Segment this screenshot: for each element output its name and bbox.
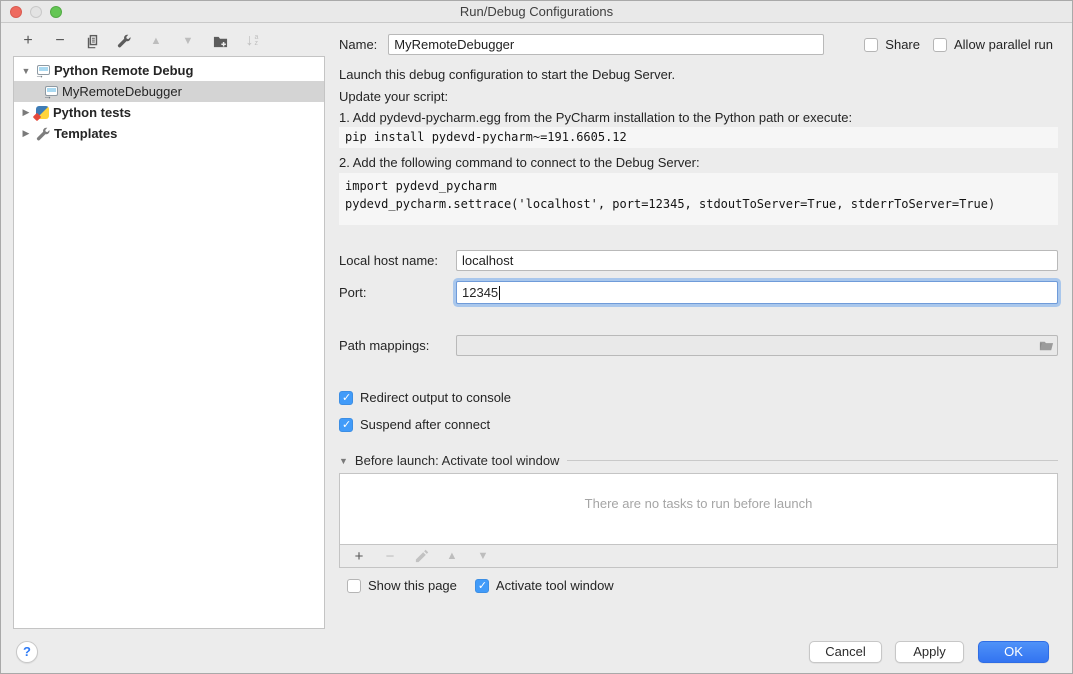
- settrace-code: import pydevd_pycharm pydevd_pycharm.set…: [339, 173, 1058, 225]
- share-checkbox[interactable]: Share: [864, 37, 920, 52]
- chevron-right-icon[interactable]: ▶: [20, 128, 32, 139]
- sort-configurations-icon: ↓az: [243, 32, 261, 50]
- pip-install-code: pip install pydevd-pycharm~=191.6605.12: [339, 127, 1058, 148]
- allow-parallel-run-checkbox-box[interactable]: [933, 38, 947, 52]
- activate-tool-window-checkbox-box[interactable]: [475, 579, 489, 593]
- tree-item-python-tests[interactable]: ▶ Python tests: [14, 102, 324, 123]
- remote-debug-config-icon: →: [36, 65, 50, 77]
- remove-task-button: −: [381, 547, 399, 565]
- tree-item-python-remote-debug[interactable]: ▼ → Python Remote Debug: [14, 60, 324, 81]
- remove-configuration-button[interactable]: −: [51, 32, 69, 50]
- python-tests-icon: [36, 106, 49, 119]
- help-button[interactable]: ?: [16, 641, 38, 663]
- window-title: Run/Debug Configurations: [1, 1, 1072, 23]
- activate-tool-window-checkbox[interactable]: Activate tool window: [475, 578, 614, 593]
- tree-item-myremotedebugger[interactable]: → MyRemoteDebugger: [14, 81, 324, 102]
- ok-button[interactable]: OK: [978, 641, 1049, 663]
- title-bar: Run/Debug Configurations: [1, 1, 1072, 23]
- step1-text: 1. Add pydevd-pycharm.egg from the PyCha…: [339, 110, 852, 125]
- collapse-triangle-icon[interactable]: ▼: [339, 456, 348, 466]
- before-launch-header[interactable]: ▼ Before launch: Activate tool window: [339, 453, 1058, 468]
- empty-tasks-text: There are no tasks to run before launch: [340, 496, 1057, 511]
- step2-text: 2. Add the following command to connect …: [339, 155, 700, 170]
- port-label: Port:: [339, 285, 366, 300]
- show-this-page-checkbox[interactable]: Show this page: [347, 578, 457, 593]
- port-input[interactable]: 12345: [456, 281, 1058, 304]
- move-up-button: ▲: [147, 32, 165, 50]
- move-down-button: ▼: [179, 32, 197, 50]
- redirect-output-checkbox-box[interactable]: [339, 391, 353, 405]
- configurations-toolbar: + − ▲ ▼ ↓az: [19, 32, 261, 50]
- header-divider: [567, 460, 1058, 461]
- intro-text: Launch this debug configuration to start…: [339, 67, 675, 82]
- configuration-form: Name: Share Allow parallel run Launch th…: [339, 23, 1058, 674]
- local-host-name-label: Local host name:: [339, 253, 438, 268]
- cancel-button[interactable]: Cancel: [809, 641, 882, 663]
- apply-button[interactable]: Apply: [895, 641, 964, 663]
- name-label: Name:: [339, 37, 377, 52]
- task-list-toolbar: + − ▲ ▼: [339, 545, 1058, 568]
- redirect-output-checkbox[interactable]: Redirect output to console: [339, 390, 511, 405]
- path-mappings-input[interactable]: [456, 335, 1058, 356]
- remote-debug-config-icon: →: [44, 86, 58, 98]
- update-script-text: Update your script:: [339, 89, 448, 104]
- tree-item-templates[interactable]: ▶ Templates: [14, 123, 324, 144]
- suspend-after-connect-checkbox-box[interactable]: [339, 418, 353, 432]
- copy-configuration-icon[interactable]: [83, 32, 101, 50]
- chevron-down-icon[interactable]: ▼: [20, 66, 32, 76]
- show-this-page-checkbox-box[interactable]: [347, 579, 361, 593]
- add-configuration-button[interactable]: +: [19, 32, 37, 50]
- text-caret: [499, 286, 500, 300]
- configurations-tree: ▼ → Python Remote Debug → MyRemoteDebugg…: [13, 56, 325, 629]
- move-task-down-button: ▼: [474, 547, 492, 565]
- share-checkbox-box[interactable]: [864, 38, 878, 52]
- run-debug-configurations-dialog: Run/Debug Configurations + − ▲ ▼ ↓az ▼ →…: [0, 0, 1073, 674]
- create-folder-icon[interactable]: [211, 32, 229, 50]
- allow-parallel-run-checkbox[interactable]: Allow parallel run: [933, 37, 1053, 52]
- move-task-up-button: ▲: [443, 547, 461, 565]
- name-input[interactable]: [388, 34, 824, 55]
- path-mappings-label: Path mappings:: [339, 338, 429, 353]
- local-host-name-input[interactable]: [456, 250, 1058, 271]
- before-launch-task-list[interactable]: There are no tasks to run before launch: [339, 473, 1058, 545]
- edit-task-pencil-icon: [412, 547, 430, 565]
- edit-defaults-wrench-icon[interactable]: [115, 32, 133, 50]
- chevron-right-icon[interactable]: ▶: [20, 107, 32, 118]
- suspend-after-connect-checkbox[interactable]: Suspend after connect: [339, 417, 490, 432]
- add-task-button[interactable]: +: [350, 547, 368, 565]
- browse-folder-icon[interactable]: [1039, 338, 1054, 353]
- templates-wrench-icon: [36, 127, 50, 141]
